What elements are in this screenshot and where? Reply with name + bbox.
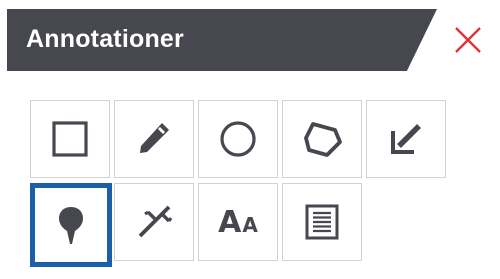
tool-measure[interactable]	[114, 183, 194, 261]
tool-arrow[interactable]	[366, 100, 446, 178]
tool-pencil[interactable]	[114, 100, 194, 178]
rectangle-icon	[52, 121, 88, 157]
close-button[interactable]	[448, 20, 488, 60]
tool-marker[interactable]	[30, 183, 112, 267]
text-size-small-letter: A	[242, 212, 258, 237]
caliper-icon	[138, 205, 173, 238]
tool-polygon[interactable]	[282, 100, 362, 178]
polygon-icon	[304, 122, 342, 157]
annotations-panel: Annotationer A A	[0, 0, 500, 279]
tool-note[interactable]	[282, 183, 362, 261]
arrow-icon	[391, 124, 421, 154]
close-x-icon	[455, 27, 481, 53]
text-size-icon: AA	[218, 205, 258, 240]
tool-circle[interactable]	[198, 100, 278, 178]
pencil-icon	[140, 123, 169, 153]
tool-rectangle[interactable]	[30, 100, 110, 178]
map-pin-icon	[59, 207, 83, 244]
panel-header: Annotationer	[0, 0, 500, 71]
text-size-big-letter: A	[218, 204, 242, 240]
panel-title: Annotationer	[26, 25, 184, 53]
circle-icon	[220, 121, 256, 157]
tool-text[interactable]: AA	[198, 183, 278, 261]
note-icon	[305, 204, 339, 240]
